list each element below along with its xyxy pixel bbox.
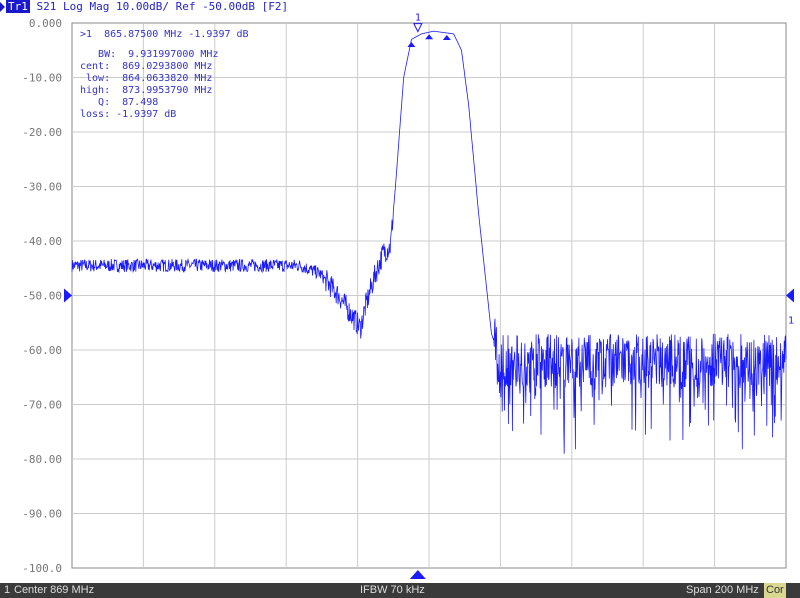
center-value: cent: 869.0293800 MHz <box>80 61 213 72</box>
marker-1-label: 1 <box>415 13 421 24</box>
high-value: high: 873.9953790 MHz <box>80 85 213 96</box>
y-tick-label: -90.00 <box>22 508 62 521</box>
y-tick-label: -20.00 <box>22 126 62 139</box>
y-tick-label: 0.000 <box>29 17 62 30</box>
span[interactable]: Span 200 MHz <box>686 583 759 598</box>
y-tick-label: -40.00 <box>22 235 62 248</box>
center-frequency[interactable]: Center 869 MHz <box>14 583 94 598</box>
stimulus-marker-icon <box>409 570 426 579</box>
loss-value: loss: -1.9397 dB <box>80 109 177 120</box>
status-bar: 1 Center 869 MHz IFBW 70 kHz Span 200 MH… <box>0 583 800 598</box>
ref-level-left-icon <box>64 288 72 303</box>
bw-value: BW: 9.931997000 MHz <box>80 49 219 60</box>
y-tick-label: -80.00 <box>22 453 62 466</box>
y-tick-label: -10.00 <box>22 72 62 85</box>
marker-readout: >1 865.87500 MHz -1.9397 dB BW: 9.931997… <box>80 29 249 121</box>
channel-number[interactable]: 1 <box>4 583 10 598</box>
correction-badge[interactable]: Cor <box>764 583 786 598</box>
low-value: low: 864.0633820 MHz <box>80 73 213 84</box>
ref-marker-label: 1 <box>788 316 794 327</box>
y-tick-label: -30.00 <box>22 181 62 194</box>
ref-level-right-icon <box>786 288 794 303</box>
y-tick-label: -100.0 <box>22 562 62 575</box>
ifbw[interactable]: IFBW 70 kHz <box>360 583 425 598</box>
y-tick-label: -60.00 <box>22 344 62 357</box>
q-value: Q: 87.498 <box>80 97 159 108</box>
y-tick-label: -50.00 <box>22 290 62 303</box>
y-tick-label: -70.00 <box>22 399 62 412</box>
marker-line: >1 865.87500 MHz -1.9397 dB <box>80 29 249 40</box>
